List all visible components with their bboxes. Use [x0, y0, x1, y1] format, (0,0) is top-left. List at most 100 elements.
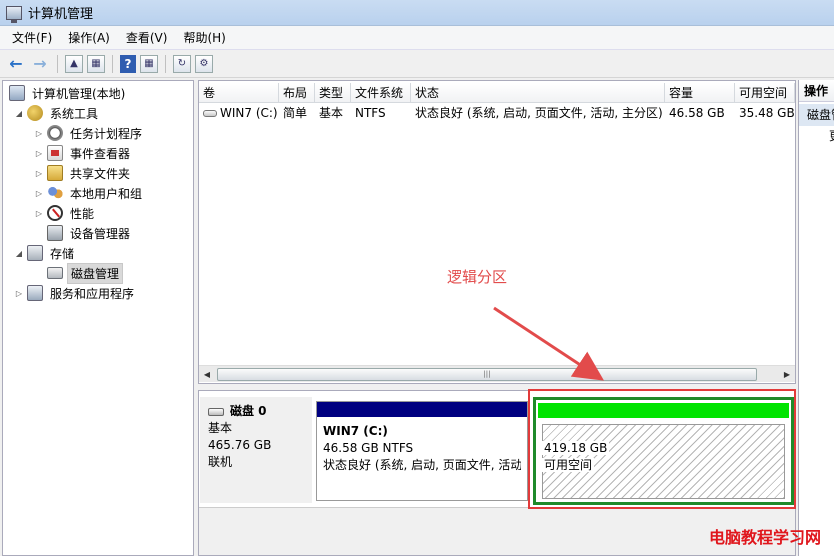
- up-folder-icon[interactable]: ▲: [65, 54, 83, 73]
- tree-item-label: 服务和应用程序: [50, 286, 135, 301]
- window-title: 计算机管理: [28, 7, 94, 22]
- expand-arrow-icon[interactable]: ▷: [33, 189, 45, 198]
- tree-item-local-users[interactable]: ▷ 本地用户和组: [33, 183, 145, 203]
- tree-item-label: 任务计划程序: [70, 126, 143, 141]
- computer-icon: [9, 85, 25, 101]
- cell-volume: WIN7 (C:): [199, 103, 279, 123]
- actions-pane: 操作 磁盘管理 更多操作: [798, 80, 834, 556]
- toolbar-divider: [165, 54, 166, 73]
- disk-size: 465.76 GB: [208, 438, 272, 452]
- table-row[interactable]: WIN7 (C:) 简单 基本 NTFS 状态良好 (系统, 启动, 页面文件,…: [199, 103, 795, 123]
- tree-item-label: 本地用户和组: [70, 186, 143, 201]
- event-viewer-icon: [47, 145, 63, 161]
- volume-list-header: 卷 布局 类型 文件系统 状态 容量 可用空间: [199, 83, 795, 103]
- tree-item-performance[interactable]: ▷ 性能: [33, 203, 97, 223]
- performance-gauge-icon: [47, 205, 63, 221]
- cell-capacity: 46.58 GB: [669, 106, 725, 120]
- services-icon: [27, 285, 43, 301]
- shared-folder-icon: [47, 165, 63, 181]
- expand-arrow-icon[interactable]: ▷: [33, 149, 45, 158]
- help-icon[interactable]: ?: [120, 54, 136, 73]
- show-action-pane-icon[interactable]: ▦: [140, 54, 158, 73]
- tree-item-label: 性能: [70, 206, 95, 221]
- tree-item-label: 设备管理器: [70, 226, 131, 241]
- cell-filesystem: NTFS: [355, 106, 386, 120]
- tree-item-disk-management[interactable]: 磁盘管理: [45, 262, 124, 284]
- scroll-thumb[interactable]: |||: [217, 367, 757, 381]
- disk-type: 基本: [208, 421, 233, 435]
- tree-item-label: 共享文件夹: [70, 166, 131, 181]
- forward-arrow-icon[interactable]: →: [30, 54, 50, 74]
- tree-item-label: 磁盘管理: [67, 262, 124, 284]
- disk-info[interactable]: 磁盘 0 基本 465.76 GB 联机: [200, 397, 312, 503]
- expand-arrow-icon[interactable]: ▷: [33, 129, 45, 138]
- menu-bar: 文件(F) 操作(A) 查看(V) 帮助(H): [0, 26, 834, 50]
- clock-icon: [47, 125, 63, 141]
- menu-file[interactable]: 文件(F): [4, 26, 60, 50]
- refresh-icon[interactable]: ↻: [173, 54, 191, 73]
- column-header-volume[interactable]: 卷: [199, 83, 279, 103]
- toolbar-divider: [57, 54, 58, 73]
- collapse-arrow-icon[interactable]: ◢: [13, 109, 25, 118]
- column-header-filesystem[interactable]: 文件系统: [351, 83, 411, 103]
- tools-icon: [27, 105, 43, 121]
- users-icon: [47, 185, 63, 201]
- toolbar-divider: [112, 54, 113, 73]
- computer-management-icon: [6, 5, 22, 23]
- toolbar: ← → ▲ ▦ ? ▦ ↻ ⚙: [0, 50, 834, 78]
- tree-item-system-tools[interactable]: ◢ 系统工具: [13, 103, 101, 123]
- volume-icon: [203, 110, 217, 117]
- cell-type: 基本: [319, 106, 344, 120]
- actions-header: 操作: [799, 80, 834, 102]
- expand-arrow-icon[interactable]: ▷: [33, 169, 45, 178]
- disk-name: 磁盘 0: [208, 403, 304, 420]
- cell-free-space: 35.48 GB: [739, 106, 795, 120]
- tree-item-storage[interactable]: ◢ 存储: [13, 243, 77, 263]
- tree-item-event-viewer[interactable]: ▷ 事件查看器: [33, 143, 133, 163]
- menu-action[interactable]: 操作(A): [60, 26, 118, 50]
- watermark: 电脑教程学习网: [709, 528, 822, 547]
- device-manager-icon: [47, 225, 63, 241]
- tree-item-label: 存储: [50, 246, 75, 261]
- disk-drive-icon: [47, 267, 63, 279]
- disk-icon: [208, 407, 224, 416]
- column-header-status[interactable]: 状态: [411, 83, 665, 103]
- show-hide-tree-icon[interactable]: ▦: [87, 54, 105, 73]
- collapse-arrow-icon[interactable]: ◢: [13, 249, 25, 258]
- menu-help[interactable]: 帮助(H): [175, 26, 233, 50]
- tree-item-task-scheduler[interactable]: ▷ 任务计划程序: [33, 123, 145, 143]
- partition-c[interactable]: WIN7 (C:) 46.58 GB NTFS 状态良好 (系统, 启动, 页面…: [316, 401, 528, 501]
- partition-c-title: WIN7 (C:): [323, 424, 388, 438]
- actions-item-disk-management[interactable]: 磁盘管理: [799, 104, 834, 126]
- column-header-capacity[interactable]: 容量: [665, 83, 735, 103]
- actions-more[interactable]: 更多操作: [799, 126, 834, 146]
- scroll-right-icon[interactable]: ▶: [779, 366, 795, 382]
- column-header-layout[interactable]: 布局: [279, 83, 315, 103]
- primary-partition-bar: [317, 402, 527, 417]
- disk-name-text: 磁盘 0: [230, 404, 267, 418]
- scroll-left-icon[interactable]: ◀: [199, 366, 215, 382]
- tree-item-label: 系统工具: [50, 106, 99, 121]
- annotation-arrow-icon: [493, 306, 605, 381]
- properties-icon[interactable]: ⚙: [195, 54, 213, 73]
- column-header-type[interactable]: 类型: [315, 83, 351, 103]
- partition-c-size: 46.58 GB NTFS: [323, 441, 414, 455]
- disk-status: 联机: [208, 455, 233, 469]
- cell-status: 状态良好 (系统, 启动, 页面文件, 活动, 主分区): [415, 106, 663, 120]
- tree-item-shared-folders[interactable]: ▷ 共享文件夹: [33, 163, 133, 183]
- tree-item-label: 计算机管理(本地): [32, 86, 126, 101]
- tree-item-root[interactable]: 计算机管理(本地): [7, 83, 128, 103]
- title-bar: 计算机管理: [0, 0, 834, 26]
- partition-c-status: 状态良好 (系统, 启动, 页面文件, 活动, 主分区): [323, 458, 521, 472]
- highlight-box: [528, 389, 796, 509]
- tree-item-services-apps[interactable]: ▷ 服务和应用程序: [13, 283, 137, 303]
- cell-volume-text: WIN7 (C:): [220, 106, 278, 120]
- column-header-free-space[interactable]: 可用空间: [735, 83, 795, 103]
- menu-view[interactable]: 查看(V): [118, 26, 176, 50]
- expand-arrow-icon[interactable]: ▷: [33, 209, 45, 218]
- navigation-tree: 计算机管理(本地) ◢ 系统工具 ▷ 任务计划程序 ▷ 事件查看器 ▷ 共享文件…: [2, 80, 194, 556]
- tree-item-device-manager[interactable]: 设备管理器: [45, 223, 133, 243]
- back-arrow-icon[interactable]: ←: [6, 54, 26, 74]
- expand-arrow-icon[interactable]: ▷: [13, 289, 25, 298]
- tree-item-label: 事件查看器: [70, 146, 131, 161]
